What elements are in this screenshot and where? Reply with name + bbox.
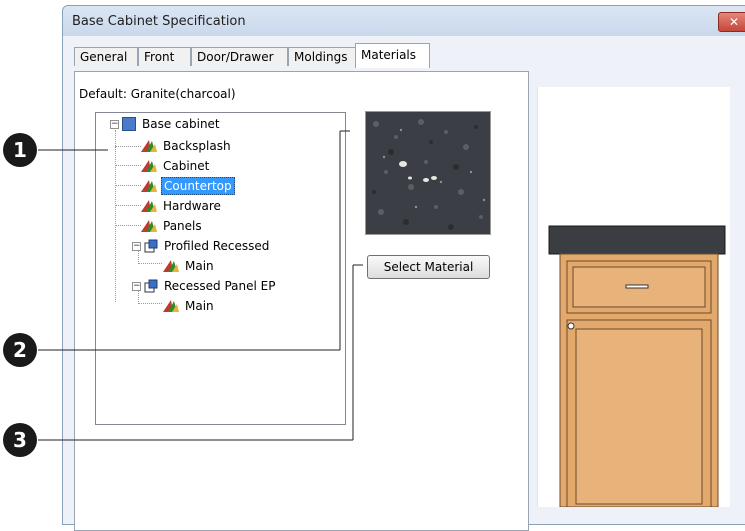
tree-item-label: Main [185,299,214,313]
tree-item-label-selected: Countertop [161,177,235,195]
tree-item-hardware[interactable]: Hardware [140,197,223,215]
tree-item-panels[interactable]: Panels [140,217,204,235]
tree-item-backsplash[interactable]: Backsplash [140,137,233,155]
tree-item-base-cabinet[interactable]: − Base cabinet [110,115,222,133]
profile-icon [144,239,158,253]
callout-2: 2 [3,333,37,367]
cabinet-icon [122,117,136,131]
tree-item-label: Cabinet [163,159,210,173]
tree-item-label: Hardware [163,199,221,213]
cabinet-preview [537,87,730,508]
tree-item-label: Recessed Panel EP [164,279,276,293]
collapse-icon[interactable]: − [132,241,141,251]
tree-item-countertop[interactable]: Countertop [140,177,235,195]
tree-item-main-1[interactable]: Main [162,257,216,275]
material-tree[interactable]: − Base cabinet Backsplash Cabinet Counte… [95,112,346,425]
tab-front[interactable]: Front [138,47,191,66]
profile-icon [144,279,158,293]
tree-item-label: Main [185,259,214,273]
tab-materials[interactable]: Materials [355,43,430,68]
material-icon [141,160,157,172]
material-icon [141,200,157,212]
tree-item-label: Panels [163,219,202,233]
granite-texture [366,112,490,234]
material-icon [163,300,179,312]
tree-item-cabinet[interactable]: Cabinet [140,157,211,175]
material-icon [141,140,157,152]
default-material-label: Default: Granite(charcoal) [79,87,236,101]
material-icon [163,260,179,272]
tree-item-label: Base cabinet [142,117,220,131]
tab-moldings[interactable]: Moldings [288,47,356,66]
tree-item-profiled-recessed[interactable]: − Profiled Recessed [132,237,271,255]
window-title: Base Cabinet Specification [72,14,246,29]
cabinet-drawing [548,225,726,508]
tree-item-label: Profiled Recessed [164,239,270,253]
select-material-button[interactable]: Select Material [367,255,490,279]
tree-item-recessed-panel-ep[interactable]: − Recessed Panel EP [132,277,278,295]
tab-general[interactable]: General [74,47,138,66]
callout-3: 3 [3,423,37,457]
tree-item-label: Backsplash [163,139,231,153]
collapse-icon[interactable]: − [132,281,141,291]
callout-1: 1 [3,133,37,167]
close-button[interactable]: ✕ [718,12,745,32]
material-icon [141,220,157,232]
collapse-icon[interactable]: − [110,119,119,129]
material-preview [365,111,491,235]
tab-door-drawer[interactable]: Door/Drawer [191,47,288,66]
title-bar[interactable]: Base Cabinet Specification ✕ [63,6,745,36]
material-icon [141,180,157,192]
tree-item-main-2[interactable]: Main [162,297,216,315]
